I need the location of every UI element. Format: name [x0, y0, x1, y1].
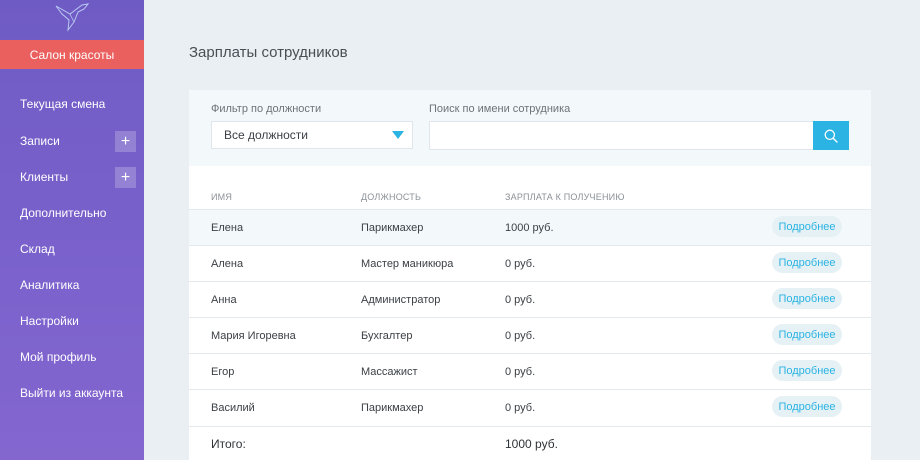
- column-header-position: Должность: [361, 192, 422, 202]
- sidebar-item-label: Записи: [20, 134, 60, 148]
- employee-salary: 0 руб.: [505, 365, 536, 378]
- sidebar-item-current-shift[interactable]: Текущая смена: [0, 89, 144, 119]
- column-header-salary: Зарплата к получению: [505, 192, 625, 202]
- details-button[interactable]: Подробнее: [772, 360, 842, 381]
- page-title: Зарплаты сотрудников: [189, 44, 348, 61]
- employee-salary: 0 руб.: [505, 401, 536, 414]
- sidebar-item-label: Дополнительно: [20, 206, 107, 220]
- sidebar-item-my-profile[interactable]: Мой профиль: [0, 342, 144, 372]
- employee-position: Администратор: [361, 293, 441, 306]
- details-button[interactable]: Подробнее: [772, 396, 842, 417]
- add-client-button[interactable]: +: [115, 167, 136, 188]
- position-filter-label: Фильтр по должности: [211, 103, 322, 115]
- search-icon: [824, 129, 838, 143]
- employee-name: Елена: [211, 221, 244, 234]
- plus-icon: +: [120, 132, 131, 150]
- employee-search-input[interactable]: [429, 121, 815, 150]
- table-row: Алена Мастер маникюра 0 руб. Подробнее: [189, 245, 871, 281]
- sidebar-item-additional[interactable]: Дополнительно: [0, 198, 144, 228]
- employee-salary: 0 руб.: [505, 257, 536, 270]
- employee-name: Алена: [211, 257, 244, 270]
- employee-name: Василий: [211, 401, 255, 414]
- sidebar-item-logout[interactable]: Выйти из аккаунта: [0, 378, 144, 408]
- sidebar-item-warehouse[interactable]: Склад: [0, 234, 144, 264]
- employee-salary: 1000 руб.: [505, 221, 554, 234]
- search-label: Поиск по имени сотрудника: [429, 103, 571, 115]
- total-value: 1000 руб.: [505, 436, 558, 451]
- total-row: Итого: 1000 руб.: [189, 426, 871, 460]
- employee-position: Массажист: [361, 365, 418, 378]
- position-filter-value: Все должности: [224, 128, 308, 142]
- details-button[interactable]: Подробнее: [772, 288, 842, 309]
- employee-name: Анна: [211, 293, 237, 306]
- sidebar-item-label: Настройки: [20, 314, 79, 328]
- sidebar-item-label: Мой профиль: [20, 350, 97, 364]
- employee-position: Парикмахер: [361, 221, 424, 234]
- add-appointment-button[interactable]: +: [115, 131, 136, 152]
- sidebar-item-analytics[interactable]: Аналитика: [0, 270, 144, 300]
- employee-position: Бухгалтер: [361, 329, 413, 342]
- details-button[interactable]: Подробнее: [772, 216, 842, 237]
- employee-name: Егор: [211, 365, 235, 378]
- salon-button[interactable]: Салон красоты: [0, 40, 144, 69]
- employee-position: Парикмахер: [361, 401, 424, 414]
- sidebar-item-label: Склад: [20, 242, 55, 256]
- employee-salary: 0 руб.: [505, 293, 536, 306]
- plus-icon: +: [120, 168, 131, 186]
- position-filter-select[interactable]: Все должности: [211, 121, 413, 149]
- employee-name: Мария Игоревна: [211, 329, 296, 342]
- table-row: Анна Администратор 0 руб. Подробнее: [189, 281, 871, 317]
- sidebar-item-label: Выйти из аккаунта: [20, 386, 124, 400]
- hummingbird-logo-icon: [52, 0, 92, 34]
- sidebar-item-label: Текущая смена: [20, 97, 106, 111]
- column-header-name: Имя: [211, 192, 233, 202]
- total-label: Итого:: [211, 436, 246, 451]
- employee-salary: 0 руб.: [505, 329, 536, 342]
- details-button[interactable]: Подробнее: [772, 252, 842, 273]
- sidebar-item-settings[interactable]: Настройки: [0, 306, 144, 336]
- sidebar-item-label: Аналитика: [20, 278, 80, 292]
- sidebar: Салон красоты Текущая смена Записи + Кли…: [0, 0, 144, 460]
- table-row: Мария Игоревна Бухгалтер 0 руб. Подробне…: [189, 317, 871, 353]
- salon-button-label: Салон красоты: [29, 47, 115, 62]
- employee-position: Мастер маникюра: [361, 257, 454, 270]
- table-row: Егор Массажист 0 руб. Подробнее: [189, 353, 871, 389]
- sidebar-item-label: Клиенты: [20, 170, 69, 184]
- details-button[interactable]: Подробнее: [772, 324, 842, 345]
- search-button[interactable]: [813, 121, 849, 150]
- caret-down-icon: [392, 131, 404, 139]
- table-row: Елена Парикмахер 1000 руб. Подробнее: [189, 209, 871, 245]
- table-row: Василий Парикмахер 0 руб. Подробнее: [189, 389, 871, 425]
